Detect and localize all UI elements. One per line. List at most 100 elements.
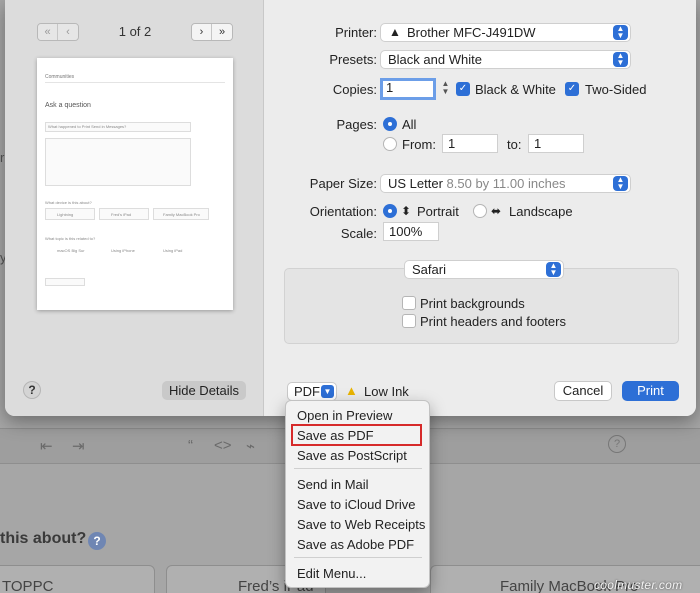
portrait-radio[interactable] <box>383 204 397 218</box>
background-text-fragment: r <box>0 150 5 165</box>
pdf-label: PDF <box>294 384 320 399</box>
print-settings-pane: Printer: ▲ Brother MFC-J491DW ▲ ▼ Presets… <box>265 0 696 416</box>
pages-range-radio[interactable] <box>383 137 397 151</box>
menu-item-send-in-mail[interactable]: Send in Mail <box>297 477 369 492</box>
pages-all-label: All <box>402 117 417 132</box>
background-question-help-icon: ? <box>88 532 106 550</box>
background-question: this about? <box>0 530 87 547</box>
thumb-heading: Ask a question <box>45 102 91 109</box>
app-section-value: Safari <box>412 262 446 277</box>
preview-pane: « ‹ 1 of 2 › » Communities Ask a questio… <box>5 0 264 416</box>
printer-value: Brother MFC-J491DW <box>407 25 536 40</box>
indent-icon: ⇥ <box>72 438 85 455</box>
printer-warning-icon: ▲ <box>389 25 401 39</box>
thumb-topic-label: Using iPad <box>163 248 183 253</box>
first-page-button[interactable]: « <box>38 24 58 40</box>
paper-size-value: US Letter <box>388 176 447 191</box>
presets-value: Black and White <box>388 52 482 67</box>
presets-select[interactable]: Black and White ▲ ▼ <box>380 50 631 69</box>
pdf-menu-button[interactable]: PDF ▼ <box>287 382 337 401</box>
thumb-topic-label: Using iPhone <box>111 248 135 253</box>
thumb-device-question: What device is this about? <box>45 200 92 205</box>
watermark: coolmuster.com <box>594 578 683 592</box>
presets-label: Presets: <box>329 52 377 67</box>
chevron-down-icon: ▼ <box>321 385 334 398</box>
hide-details-button[interactable]: Hide Details <box>162 381 246 400</box>
previous-page-button[interactable]: ‹ <box>58 24 78 40</box>
copies-stepper[interactable]: ▲ ▼ <box>440 80 451 99</box>
chevron-updown-icon: ▲ ▼ <box>613 176 628 191</box>
print-backgrounds-checkbox[interactable] <box>402 296 416 310</box>
landscape-label: Landscape <box>509 204 573 219</box>
menu-item-edit-menu[interactable]: Edit Menu... <box>297 566 366 581</box>
thumb-device-label: Lightning <box>57 212 74 217</box>
thumb-topic-label: macOS Big Sur <box>57 248 85 253</box>
menu-item-save-to-icloud[interactable]: Save to iCloud Drive <box>297 497 416 512</box>
next-page-button[interactable]: › <box>192 24 212 40</box>
safari-options-box: Print backgrounds Print headers and foot… <box>284 268 679 344</box>
menu-separator <box>294 468 422 469</box>
print-headers-label: Print headers and footers <box>420 314 566 329</box>
help-button[interactable]: ? <box>23 381 41 399</box>
quote-icon: “ <box>188 437 193 454</box>
menu-item-save-as-pdf[interactable]: Save as PDF <box>297 428 374 443</box>
thumb-site-name: Communities <box>45 74 75 80</box>
thumb-submit-box <box>45 278 85 286</box>
pages-all-radio[interactable] <box>383 117 397 131</box>
black-white-label: Black & White <box>475 82 556 97</box>
warning-icon: ▲ <box>345 383 358 398</box>
pages-to-label: to: <box>507 137 522 152</box>
landscape-radio[interactable] <box>473 204 487 218</box>
pages-to-input[interactable]: 1 <box>528 134 584 153</box>
outdent-icon: ⇤ <box>40 438 53 455</box>
code-icon: <> <box>214 437 232 454</box>
link-icon: ⌁ <box>246 438 256 455</box>
menu-item-save-as-postscript[interactable]: Save as PostScript <box>297 448 407 463</box>
cancel-button[interactable]: Cancel <box>554 381 612 401</box>
portrait-icon: ⬍ <box>401 204 412 218</box>
thumb-device-label: Fred's iPad <box>111 212 132 217</box>
menu-item-open-in-preview[interactable]: Open in Preview <box>297 408 392 423</box>
chevron-updown-icon: ▲ ▼ <box>613 25 628 40</box>
printer-label: Printer: <box>335 25 377 40</box>
app-section-select[interactable]: Safari ▲ ▼ <box>404 260 564 279</box>
last-page-button[interactable]: » <box>212 24 232 40</box>
paper-size-label: Paper Size: <box>309 176 377 191</box>
chevron-updown-icon: ▲ ▼ <box>613 52 628 67</box>
low-ink-label: Low Ink <box>364 384 409 399</box>
pages-label: Pages: <box>336 117 377 132</box>
thumb-divider <box>45 82 225 83</box>
page-indicator: 1 of 2 <box>118 24 152 39</box>
paper-size-select[interactable]: US Letter 8.50 by 11.00 inches ▲ ▼ <box>380 174 631 193</box>
scale-input[interactable]: 100% <box>383 222 439 241</box>
background-help-icon: ? <box>608 435 626 453</box>
print-button[interactable]: Print <box>622 381 679 401</box>
copies-input[interactable]: 1 <box>380 78 436 100</box>
page-preview-thumbnail: Communities Ask a question What happened… <box>37 58 233 310</box>
scale-label: Scale: <box>340 226 377 241</box>
thumb-details-box <box>45 138 191 186</box>
landscape-icon: ⬌ <box>491 204 502 218</box>
page-nav-forward-group: › » <box>191 23 233 41</box>
pages-from-input[interactable]: 1 <box>442 134 498 153</box>
chevron-updown-icon: ▲ ▼ <box>546 262 561 277</box>
printer-select[interactable]: ▲ Brother MFC-J491DW ▲ ▼ <box>380 23 631 42</box>
print-dialog: « ‹ 1 of 2 › » Communities Ask a questio… <box>5 0 696 416</box>
portrait-label: Portrait <box>417 204 459 219</box>
thumb-topic-question: What topic is this related to? <box>45 236 96 241</box>
menu-separator <box>294 557 422 558</box>
print-headers-checkbox[interactable] <box>402 314 416 328</box>
background-device-label: TOPPC <box>2 578 54 593</box>
pdf-dropdown-menu: Open in Preview Save as PDF Save as Post… <box>285 400 430 588</box>
black-white-checkbox[interactable]: ✓ <box>456 82 470 96</box>
menu-item-save-to-web-receipts[interactable]: Save to Web Receipts <box>297 517 425 532</box>
page-nav-back-group: « ‹ <box>37 23 79 41</box>
two-sided-label: Two-Sided <box>585 82 647 97</box>
thumb-device-label: Family MacBook Pro <box>163 212 200 217</box>
menu-item-save-as-adobe-pdf[interactable]: Save as Adobe PDF <box>297 537 414 552</box>
paper-size-detail: 8.50 by 11.00 inches <box>446 176 566 191</box>
print-backgrounds-label: Print backgrounds <box>420 296 525 311</box>
copies-label: Copies: <box>332 82 377 97</box>
two-sided-checkbox[interactable]: ✓ <box>565 82 579 96</box>
orientation-label: Orientation: <box>309 204 377 219</box>
